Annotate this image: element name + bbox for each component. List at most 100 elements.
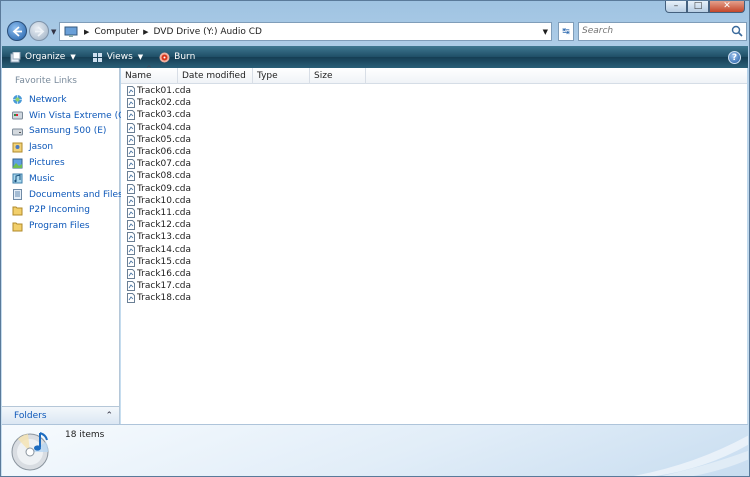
file-row[interactable]: Track12.cda (127, 219, 191, 231)
column-header-name[interactable]: ^ Name (121, 65, 178, 84)
audio-track-file-icon (127, 171, 135, 182)
arrow-right-icon (34, 25, 44, 37)
file-row[interactable]: Track05.cda (127, 134, 191, 146)
explorer-window: – □ ✕ ▼ ▶ Computer ▶ DVD Drive (Y:) Audi… (0, 0, 750, 477)
file-row[interactable]: Track07.cda (127, 158, 191, 170)
audio-track-file-icon (127, 147, 135, 158)
command-bar: Organize ▼ Views ▼ Burn ? (2, 46, 748, 68)
file-row[interactable]: Track04.cda (127, 122, 191, 134)
music-icon (12, 173, 23, 184)
favorite-jason[interactable]: Jason (12, 139, 128, 155)
network-icon (13, 95, 22, 105)
organize-icon (10, 51, 21, 62)
dropdown-arrow-icon: ▼ (70, 53, 76, 61)
audio-track-file-icon (127, 293, 135, 304)
recent-pages-dropdown[interactable]: ▼ (51, 28, 56, 36)
audio-track-file-icon (127, 220, 135, 231)
views-button[interactable]: Views ▼ (84, 52, 151, 63)
favorite-links-heading: Favorite Links (15, 76, 77, 86)
minimize-button[interactable]: – (665, 1, 687, 13)
search-icon[interactable] (731, 25, 743, 37)
maximize-button[interactable]: □ (687, 1, 709, 13)
favorite-p2p-incoming[interactable]: P2P Incoming (12, 203, 128, 219)
chevron-up-icon: ⌃ (105, 410, 113, 421)
back-button[interactable] (7, 21, 27, 41)
item-count: 18 items (65, 430, 105, 440)
burn-icon (159, 52, 170, 62)
search-input[interactable] (582, 26, 722, 36)
drive-icon (12, 111, 23, 120)
favorite-samsung-500[interactable]: Samsung 500 (E) (12, 124, 128, 140)
audio-track-file-icon (127, 244, 135, 255)
breadcrumb-arrow-icon: ▶ (84, 27, 90, 36)
file-row[interactable]: Track03.cda (127, 109, 191, 121)
sort-ascending-icon: ^ (146, 65, 152, 73)
file-row[interactable]: Track01.cda (127, 85, 191, 97)
file-row[interactable]: Track08.cda (127, 170, 191, 182)
column-headers: ^ Name Date modified Type Size (121, 65, 747, 84)
audio-track-file-icon (127, 159, 135, 170)
file-row[interactable]: Track09.cda (127, 183, 191, 195)
audio-track-file-icon (127, 110, 135, 121)
favorite-program-files[interactable]: Program Files (12, 218, 128, 234)
address-dropdown[interactable]: ▼ (543, 28, 548, 36)
column-header-size[interactable]: Size (310, 68, 366, 84)
computer-icon (64, 26, 78, 37)
file-row[interactable]: Track17.cda (127, 280, 191, 292)
audio-track-file-icon (127, 268, 135, 279)
file-row[interactable]: Track18.cda (127, 292, 191, 304)
breadcrumb-computer[interactable]: ▶ Computer (84, 27, 139, 37)
file-list: Track01.cda Track02.cda Track03.cda Trac… (127, 85, 191, 304)
file-row[interactable]: Track13.cda (127, 231, 191, 243)
file-row[interactable]: Track11.cda (127, 207, 191, 219)
folder-icon (12, 206, 23, 216)
refresh-icon: ↹ (562, 26, 570, 37)
favorite-documents-and-files[interactable]: Documents and Files (12, 187, 128, 203)
file-row[interactable]: Track10.cda (127, 195, 191, 207)
favorite-links-list: Network Win Vista Extreme (C) Samsung 50… (12, 92, 128, 234)
refresh-button[interactable]: ↹ (558, 22, 574, 41)
folder-icon (12, 222, 23, 232)
dropdown-arrow-icon: ▼ (137, 53, 144, 61)
burn-button[interactable]: Burn (151, 52, 203, 63)
breadcrumb-arrow-icon: ▶ (143, 27, 149, 36)
pictures-icon (12, 158, 23, 169)
navigation-pane: Favorite Links Network Win Vista Extreme… (2, 68, 128, 424)
address-bar[interactable]: ▶ Computer ▶ DVD Drive (Y:) Audio CD ▼ (59, 22, 552, 41)
drive-icon (12, 128, 23, 136)
caption-buttons: – □ ✕ (665, 1, 745, 13)
audio-track-file-icon (127, 122, 135, 133)
details-pane: 18 items (2, 424, 748, 476)
audio-track-file-icon (127, 183, 135, 194)
favorite-music[interactable]: Music (12, 171, 128, 187)
forward-button[interactable] (29, 21, 49, 41)
audio-track-file-icon (127, 98, 135, 109)
favorite-win-vista-extreme[interactable]: Win Vista Extreme (C) (12, 108, 128, 124)
file-row[interactable]: Track06.cda (127, 146, 191, 158)
audio-track-file-icon (127, 232, 135, 243)
file-row[interactable]: Track02.cda (127, 97, 191, 109)
close-button[interactable]: ✕ (709, 1, 745, 13)
breadcrumb-dvd-drive[interactable]: ▶ DVD Drive (Y:) Audio CD (143, 27, 262, 37)
file-row[interactable]: Track15.cda (127, 256, 191, 268)
column-header-date-modified[interactable]: Date modified (178, 68, 253, 84)
documents-icon (13, 189, 22, 201)
help-button[interactable]: ? (728, 51, 741, 64)
audio-track-file-icon (127, 207, 135, 218)
file-row[interactable]: Track16.cda (127, 268, 191, 280)
user-folder-icon (12, 142, 23, 153)
folders-toggle[interactable]: Folders ⌃ (2, 406, 119, 424)
search-box[interactable] (578, 22, 747, 41)
favorite-pictures[interactable]: Pictures (12, 155, 128, 171)
audio-cd-icon (11, 432, 49, 471)
file-list-pane: ^ Name Date modified Type Size Track01.c… (121, 65, 747, 424)
favorite-network[interactable]: Network (12, 92, 128, 108)
audio-track-file-icon (127, 256, 135, 267)
audio-track-file-icon (127, 195, 135, 206)
file-row[interactable]: Track14.cda (127, 243, 191, 255)
views-icon (92, 52, 102, 62)
organize-button[interactable]: Organize ▼ (2, 51, 84, 63)
audio-track-file-icon (127, 86, 135, 97)
audio-track-file-icon (127, 134, 135, 145)
column-header-type[interactable]: Type (253, 68, 310, 84)
